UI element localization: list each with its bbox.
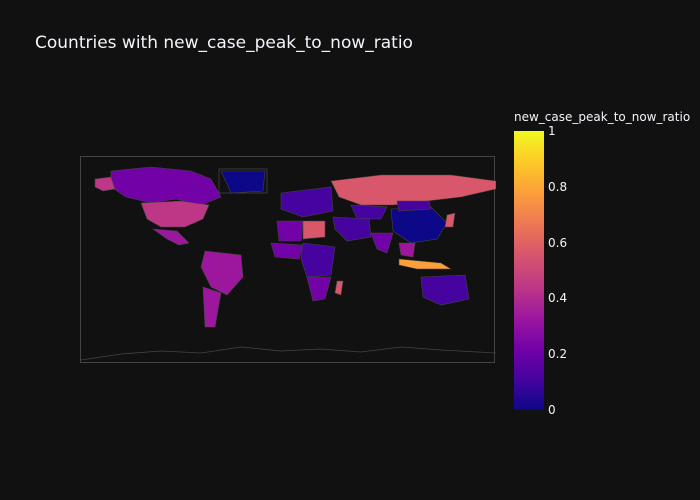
colorbar-tick: 1 — [548, 124, 556, 138]
country-north-africa[interactable] — [276, 220, 304, 242]
world-map[interactable] — [81, 157, 496, 364]
colorbar-tick: 0 — [548, 403, 556, 417]
country-mexico[interactable] — [151, 228, 190, 246]
colorbar — [514, 131, 544, 410]
country-central-africa[interactable] — [300, 242, 336, 278]
colorbar-tick: 0.4 — [548, 291, 568, 306]
country-middle-east[interactable] — [332, 216, 372, 242]
country-japan[interactable] — [444, 212, 456, 228]
country-india[interactable] — [370, 232, 394, 254]
country-greenland[interactable] — [220, 170, 266, 194]
country-united-states[interactable] — [140, 200, 210, 228]
country-indonesia[interactable] — [398, 258, 453, 270]
country-australia[interactable] — [420, 274, 470, 306]
country-regions[interactable] — [94, 166, 496, 328]
country-argentina[interactable] — [202, 286, 222, 328]
map-frame[interactable] — [80, 156, 496, 364]
colorbar-tick: 0.6 — [548, 235, 568, 250]
country-southern-africa[interactable] — [306, 276, 332, 302]
antarctica-outline — [81, 346, 496, 361]
country-libya[interactable] — [302, 220, 326, 240]
colorbar-tick: 0.2 — [548, 347, 568, 362]
country-madagascar[interactable] — [334, 280, 344, 296]
country-canada[interactable] — [110, 166, 222, 206]
colorbar-title: new_case_peak_to_now_ratio — [514, 110, 691, 124]
country-europe[interactable] — [280, 186, 334, 218]
country-mongolia[interactable] — [396, 200, 432, 212]
country-kazakhstan[interactable] — [350, 204, 388, 220]
colorbar-tick: 0.8 — [548, 179, 568, 194]
country-russia[interactable] — [330, 174, 496, 206]
country-southeast-asia[interactable] — [398, 242, 416, 258]
country-china[interactable] — [390, 206, 448, 244]
country-alaska[interactable] — [94, 176, 116, 192]
chart-title: Countries with new_case_peak_to_now_rati… — [35, 33, 413, 53]
country-west-africa[interactable] — [270, 242, 304, 260]
